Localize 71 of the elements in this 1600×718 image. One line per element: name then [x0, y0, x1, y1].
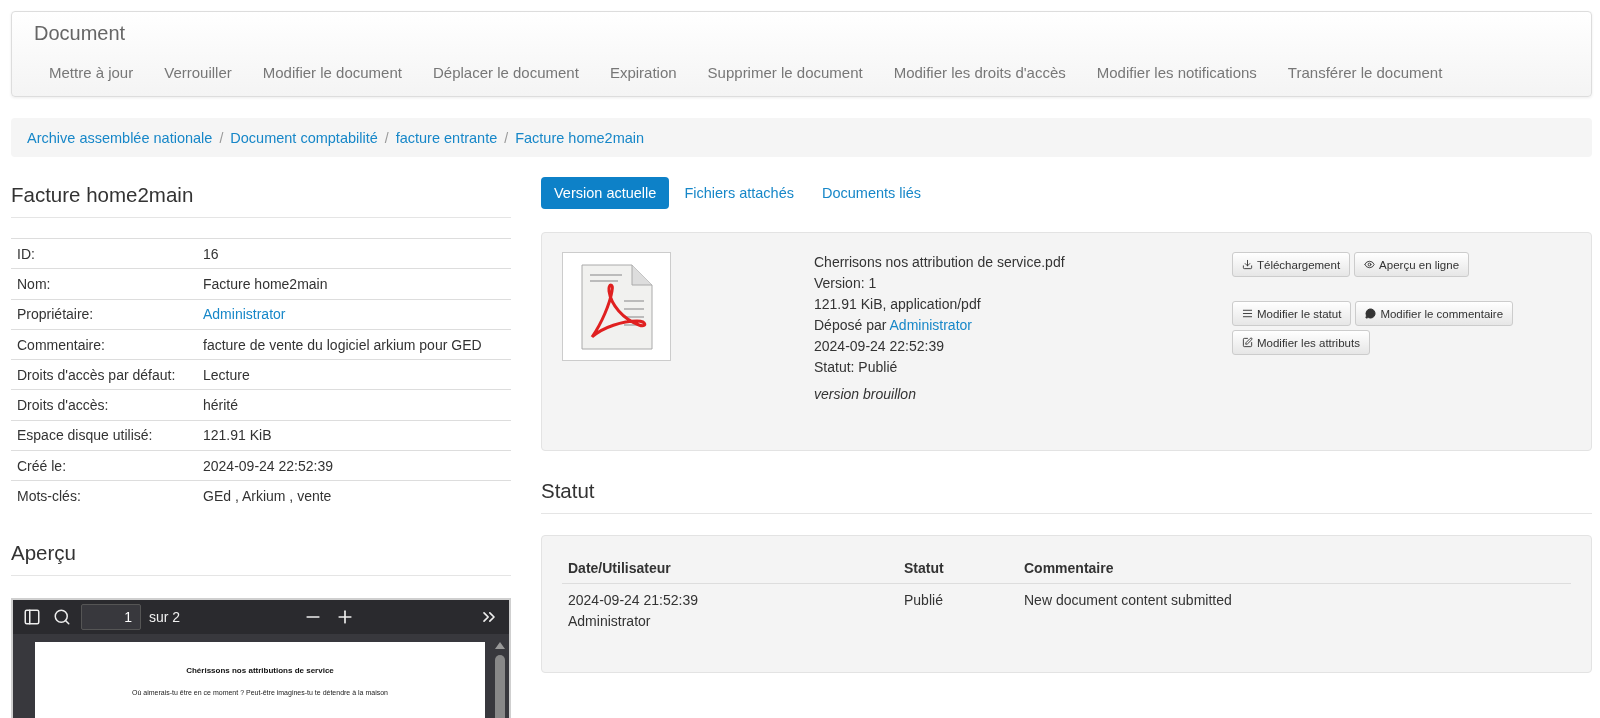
version-comment: version brouillon	[814, 386, 917, 402]
nav-link[interactable]: Modifier les droits d'accès	[878, 56, 1082, 89]
section-heading: Aperçu	[11, 535, 511, 577]
table-cell: Mots-clés:	[11, 480, 197, 512]
breadcrumb-link[interactable]: facture entrante	[395, 129, 498, 146]
nav-link[interactable]: Supprimer le document	[692, 56, 879, 89]
column-header: Date/Utilisateur	[562, 550, 898, 584]
column-header: Commentaire	[1018, 550, 1571, 584]
nav-link[interactable]: Modifier le document	[247, 56, 418, 89]
page-count: sur 2	[149, 609, 181, 626]
table-cell: 2024-09-24 22:52:39	[197, 450, 511, 481]
nav-link[interactable]: Verrouiller	[148, 56, 248, 89]
breadcrumb-link[interactable]: Archive assemblée nationale	[27, 129, 213, 146]
action-button[interactable]: Téléchargement	[1232, 252, 1351, 277]
user-link[interactable]: Administrator	[889, 317, 972, 333]
page-number-field[interactable]: 1	[81, 604, 141, 631]
action-button[interactable]: Modifier le commentaire	[1355, 301, 1514, 326]
table-cell: Publié	[898, 583, 1018, 638]
section-heading: Statut	[541, 473, 1592, 514]
column-header: Statut	[898, 550, 1018, 584]
nav-link[interactable]: Expiration	[594, 56, 693, 89]
breadcrumb-separator: /	[383, 129, 390, 146]
file-size: 121.91 KiB, application/pdf	[814, 295, 982, 314]
owner-link[interactable]: Administrator	[197, 299, 511, 330]
nav-link[interactable]: Mettre à jour	[49, 56, 149, 89]
table-cell: Propriétaire:	[11, 299, 197, 330]
table-cell: Commentaire:	[11, 329, 197, 360]
action-button[interactable]: Modifier le statut	[1232, 301, 1352, 326]
status-user: Administrator	[568, 612, 652, 631]
table-cell: 121.91 KiB	[197, 420, 511, 451]
nav-link[interactable]: Déplacer le document	[417, 56, 595, 89]
breadcrumb-separator: /	[503, 129, 510, 146]
breadcrumb-separator: /	[218, 129, 225, 146]
breadcrumb-link[interactable]: Facture home2main	[515, 129, 645, 146]
tab[interactable]: Documents liés	[809, 177, 935, 209]
section-heading: Facture home2main	[11, 177, 511, 218]
action-button[interactable]: Aperçu en ligne	[1354, 252, 1470, 277]
version-text: Version: 1	[814, 274, 878, 293]
tab[interactable]: Fichiers attachés	[671, 177, 807, 209]
download-icon	[1242, 259, 1253, 270]
table-cell: Facture home2main	[197, 268, 511, 300]
table-cell: New document content submitted	[1018, 583, 1571, 638]
document-title: Chérissons nos attributions de service	[185, 666, 335, 676]
eye-icon	[1364, 259, 1376, 270]
table-cell: Droits d'accès par défaut:	[11, 359, 197, 390]
upload-date: 2024-09-24 22:52:39	[814, 337, 945, 356]
nav-link[interactable]: Modifier les notifications	[1081, 56, 1273, 89]
breadcrumb-link[interactable]: Document comptabilité	[230, 129, 378, 146]
tab[interactable]: Version actuelle	[541, 177, 670, 209]
table-cell: Créé le:	[11, 450, 197, 481]
status-date: 2024-09-24 21:52:39	[568, 591, 699, 610]
nav-link[interactable]: Transférer le document	[1272, 56, 1458, 89]
table-cell: GEd , Arkium , vente	[197, 480, 511, 512]
edit-icon	[1242, 337, 1253, 348]
uploaded-label: Déposé par	[814, 317, 887, 333]
action-button[interactable]: Modifier les attributs	[1232, 330, 1370, 355]
table-cell: Nom:	[11, 268, 197, 300]
table-cell: Droits d'accès:	[11, 390, 197, 421]
table-cell: 16	[197, 238, 511, 269]
table-cell: Espace disque utilisé:	[11, 420, 197, 451]
speech-bubble-icon	[1365, 308, 1377, 319]
table-cell: facture de vente du logiciel arkium pour GED	[197, 329, 511, 360]
list-icon	[1242, 308, 1253, 319]
file-name: Cherrisons nos attribution de service.pdf	[814, 253, 1066, 272]
table-cell: hérité	[197, 390, 511, 421]
table-cell: Lecture	[197, 359, 511, 390]
status-text: Statut: Publié	[814, 358, 899, 377]
scroll-up-icon[interactable]	[495, 642, 505, 650]
table-cell: ID:	[11, 238, 197, 269]
scrollbar-thumb[interactable]	[495, 655, 505, 718]
navbar-title: Document	[34, 22, 127, 46]
